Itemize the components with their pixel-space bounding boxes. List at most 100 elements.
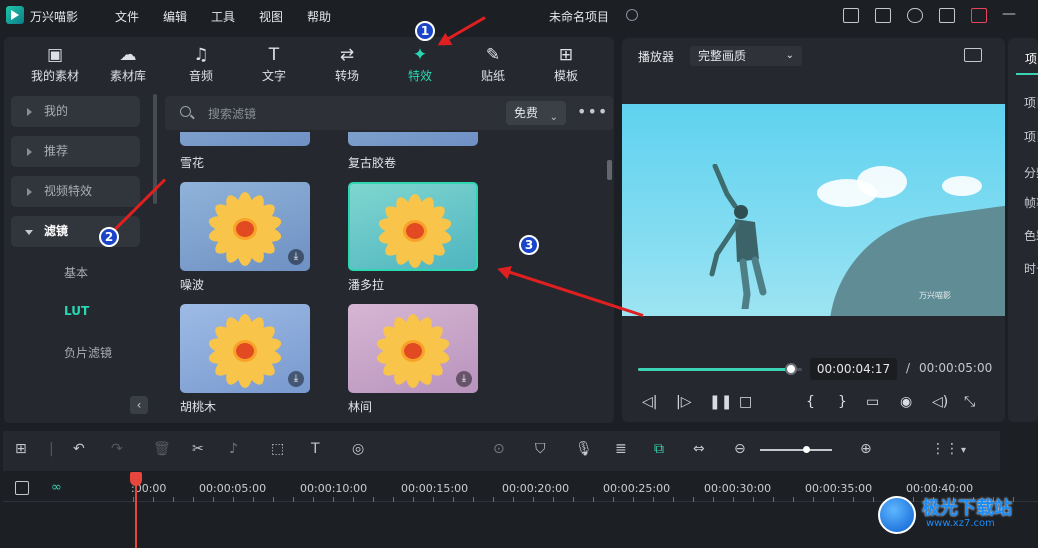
mark-in-icon[interactable]: { — [806, 394, 815, 410]
fit-icon[interactable]: ⇔ — [693, 441, 705, 457]
download-icon[interactable]: ⤓ — [288, 371, 304, 387]
zoom-out-icon[interactable]: ⊖ — [734, 441, 746, 457]
current-time[interactable]: 00:00:04:17 — [810, 358, 897, 380]
flower-center — [403, 220, 427, 242]
prev-frame-icon[interactable]: ◁| — [642, 394, 657, 410]
download-icon[interactable]: ⤓ — [288, 249, 304, 265]
filter-card-noise[interactable]: ⤓ — [180, 182, 310, 271]
apps-icon[interactable] — [939, 8, 955, 23]
cloud-icon: ☁ — [119, 45, 137, 65]
stop-icon[interactable]: □ — [739, 394, 752, 410]
sidebar-item-mine[interactable]: 我的 — [11, 96, 140, 127]
filter-card-vintage[interactable] — [348, 132, 478, 146]
microphone-icon[interactable]: 🎙 — [575, 441, 593, 457]
link-icon[interactable]: ∞ — [51, 480, 62, 495]
sidebar-sub-negative[interactable]: 负片滤镜 — [64, 344, 112, 361]
sidebar-sub-lut[interactable]: LUT — [64, 304, 89, 318]
menu-help[interactable]: 帮助 — [307, 8, 331, 25]
render-preview-icon[interactable]: ⊙ — [493, 441, 505, 457]
flower-thumbnail — [202, 314, 288, 388]
zoom-slider[interactable] — [760, 446, 832, 453]
audio-split-icon[interactable]: ♪ — [229, 441, 238, 457]
layout-icon[interactable] — [843, 8, 859, 23]
snap-icon[interactable]: ⧉ — [654, 441, 664, 457]
filter-card-snow[interactable] — [180, 132, 310, 146]
add-track-icon[interactable] — [15, 481, 29, 495]
tab-stickers[interactable]: ✎ 贴纸 — [457, 38, 529, 90]
redo-icon[interactable]: ↷ — [111, 441, 123, 457]
minimize-icon[interactable]: — — [1002, 6, 1016, 22]
tab-templates[interactable]: ⊞ 模板 — [530, 38, 602, 90]
filter-card-forest[interactable]: ⤓ — [348, 304, 478, 393]
menu-tools[interactable]: 工具 — [211, 8, 235, 25]
menu-view[interactable]: 视图 — [259, 8, 283, 25]
tab-my-media[interactable]: ▣ 我的素材 — [19, 38, 91, 90]
property-label: 时长 — [1024, 262, 1038, 276]
search-input[interactable]: 搜索滤镜 — [208, 105, 256, 122]
player-panel: 播放器 完整画质 ⌄ 万兴喵影 00:00:04:17 / 00:00:05:00… — [622, 38, 1005, 422]
grid-scrollbar[interactable] — [607, 160, 612, 180]
ruler-label: 00:00:05:00 — [199, 482, 267, 495]
chevron-down-icon[interactable]: ▾ — [961, 445, 966, 456]
ruler-tick — [273, 497, 274, 502]
tab-library[interactable]: ☁ 素材库 — [92, 38, 164, 90]
undo-icon[interactable]: ↶ — [73, 441, 85, 457]
snapshot-camera-icon[interactable]: ◉ — [900, 394, 912, 410]
marker-icon[interactable]: ⛉ — [535, 441, 546, 457]
sidebar-item-video-effects[interactable]: 视频特效 — [11, 176, 140, 207]
player-label: 播放器 — [638, 50, 675, 64]
ruler-tick — [153, 497, 154, 502]
sidebar-sub-basic[interactable]: 基本 — [64, 264, 88, 281]
fullscreen-icon[interactable]: ⤡ — [964, 394, 975, 410]
filter-label: 胡桃木 — [180, 400, 217, 414]
tab-transition[interactable]: ⇄ 转场 — [311, 38, 383, 90]
filter-label: 噪波 — [180, 278, 205, 292]
next-frame-icon[interactable]: |▷ — [676, 394, 691, 410]
ruler-tick — [313, 497, 314, 502]
playhead-handle[interactable] — [130, 472, 142, 486]
save-icon[interactable] — [875, 8, 891, 23]
filter-card-pandora[interactable] — [348, 182, 478, 271]
zoom-in-icon[interactable]: ⊕ — [860, 441, 872, 457]
ruler-tick — [793, 497, 794, 502]
filter-card-walnut[interactable]: ⤓ — [180, 304, 310, 393]
volume-icon[interactable]: ◁) — [932, 394, 948, 410]
pause-icon[interactable]: ❚❚ — [709, 394, 732, 410]
more-options-icon[interactable]: ••• — [577, 102, 608, 121]
layout-grid-icon[interactable]: ⊞ — [15, 441, 27, 457]
properties-tab[interactable]: 项 — [1025, 50, 1037, 67]
collapse-sidebar-button[interactable]: ‹ — [130, 396, 148, 414]
text-tool-icon[interactable]: T — [311, 441, 320, 457]
chevron-down-icon: ⌄ — [785, 50, 794, 61]
total-time: 00:00:05:00 — [919, 361, 993, 375]
ruler-label: 00:00:10:00 — [300, 482, 368, 495]
progress-knob[interactable] — [784, 363, 797, 375]
sidebar-item-recommended[interactable]: 推荐 — [11, 136, 140, 167]
ruler-label: 00:00:20:00 — [502, 482, 570, 495]
app-name: 万兴喵影 — [30, 10, 79, 24]
waveform-icon[interactable] — [964, 48, 982, 62]
menu-file[interactable]: 文件 — [115, 8, 139, 25]
playback-progress-bar[interactable] — [638, 363, 802, 375]
cart-icon[interactable] — [971, 8, 987, 23]
display-icon[interactable]: ▭ — [866, 394, 879, 410]
zoom-knob[interactable] — [803, 446, 811, 453]
tab-text[interactable]: T 文字 — [238, 38, 310, 90]
quality-dropdown[interactable]: 完整画质 ⌄ — [690, 46, 802, 66]
tab-audio[interactable]: ♫ 音频 — [165, 38, 237, 90]
track-settings-icon[interactable]: ⋮⋮ — [931, 441, 959, 457]
ruler-tick — [673, 497, 674, 502]
mark-out-icon[interactable]: } — [838, 394, 847, 410]
speed-icon[interactable]: ◎ — [352, 441, 364, 457]
progress-fill — [638, 368, 791, 371]
delete-icon[interactable]: 🗑 — [153, 441, 171, 457]
music-list-icon[interactable]: ≣ — [615, 441, 627, 457]
download-icon[interactable]: ⤓ — [456, 371, 472, 387]
tag-icon[interactable]: ⬚ — [271, 441, 284, 457]
ruler-label: 00:00:35:00 — [805, 482, 873, 495]
cloud-upload-icon[interactable] — [907, 8, 923, 23]
ruler-tick — [713, 497, 714, 502]
free-filter-dropdown[interactable]: 免费 ⌄ — [506, 101, 566, 125]
cut-scissors-icon[interactable]: ✂ — [192, 441, 204, 457]
menu-edit[interactable]: 编辑 — [163, 8, 187, 25]
